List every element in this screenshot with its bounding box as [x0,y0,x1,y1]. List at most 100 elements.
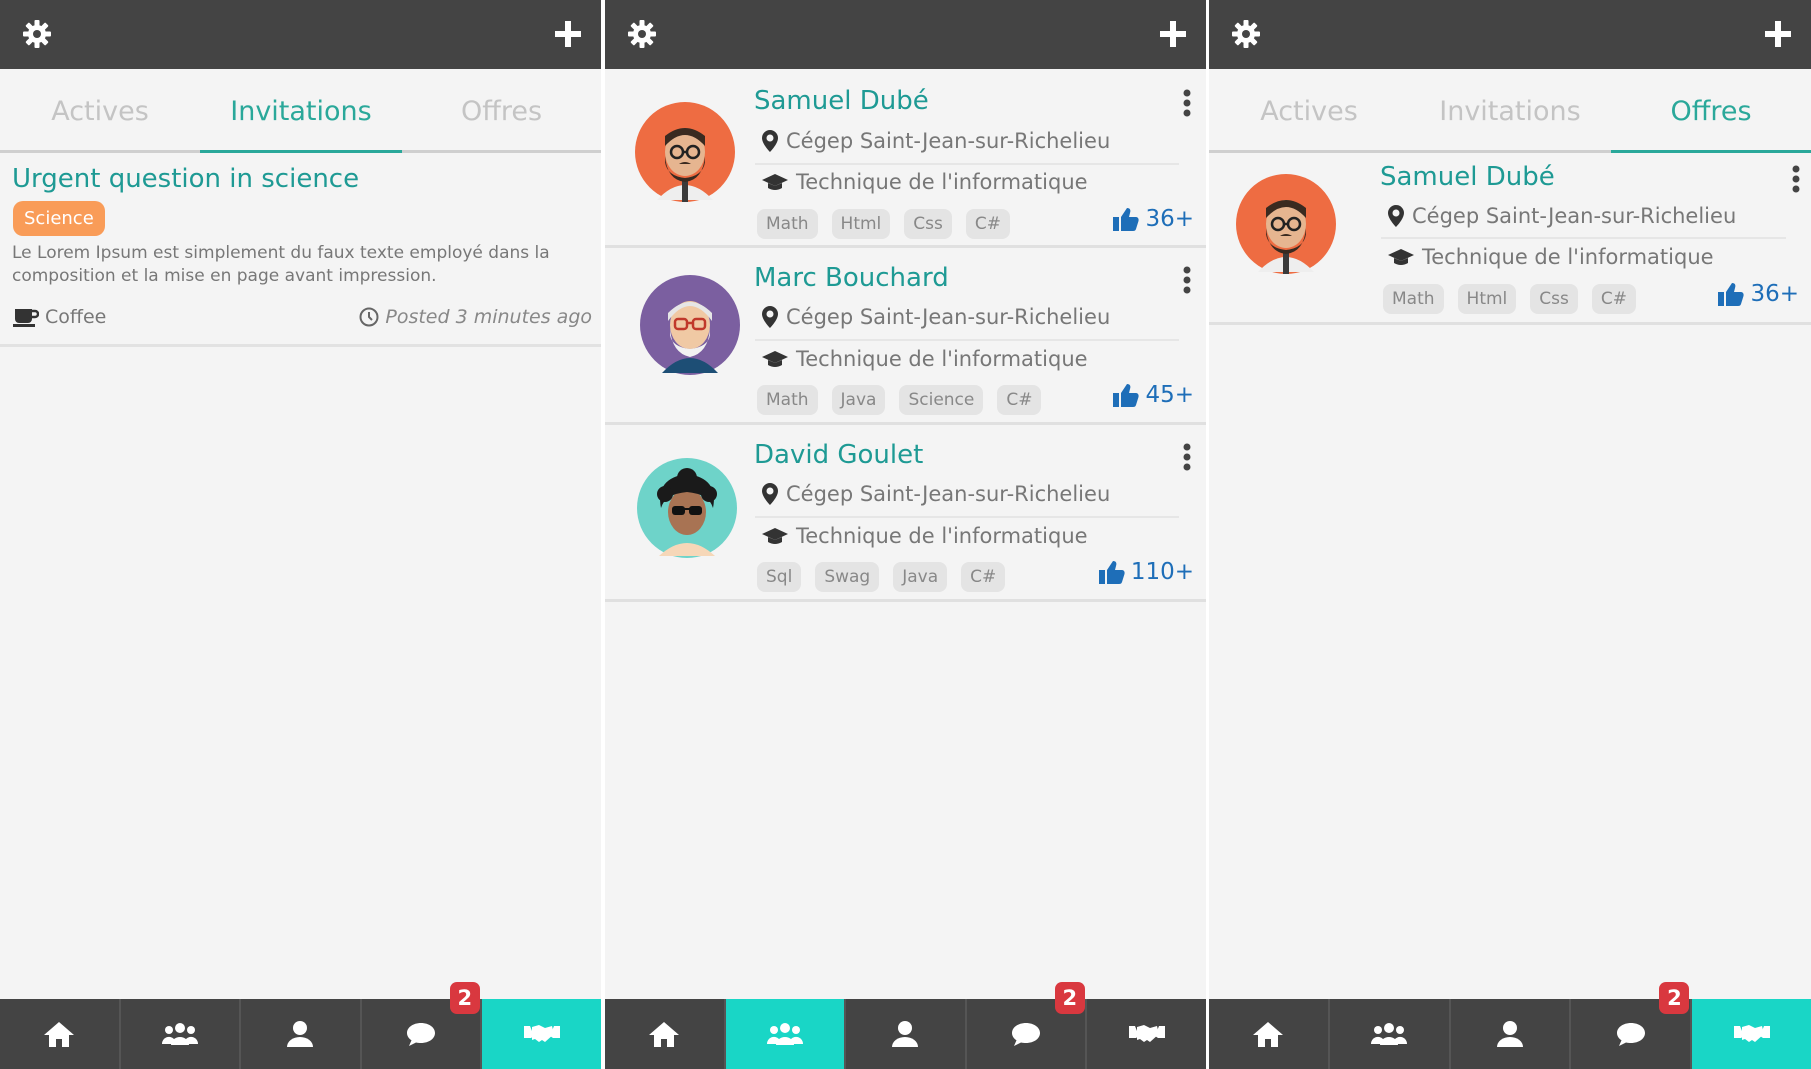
offers-screen: Actives Invitations Offres Samuel Dubé C… [1209,0,1811,1069]
skill-tag: Math [757,385,818,415]
graduation-cap-icon [762,173,788,191]
more-options-icon[interactable] [1791,164,1801,194]
chat-bubble-icon [405,1021,437,1047]
program-label: Technique de l'informatique [796,524,1088,548]
more-options-icon[interactable] [1182,265,1192,295]
nav-messages[interactable]: 2 [362,982,483,1069]
tab-offres[interactable]: Offres [1611,70,1811,153]
nav-home[interactable] [1209,999,1330,1069]
person-card[interactable]: Samuel Dubé Cégep Saint-Jean-sur-Richeli… [605,72,1206,248]
nav-home[interactable] [0,999,121,1069]
handshake-icon [1128,1022,1165,1046]
coffee-icon [13,307,39,327]
person-name[interactable]: Samuel Dubé [1380,162,1555,192]
home-icon [43,1020,75,1048]
likes-count[interactable]: 36+ [1718,281,1799,307]
posted-time: Posted 3 minutes ago [359,306,592,328]
program-label: Technique de l'informatique [796,170,1088,194]
skill-tag: Html [1457,284,1517,314]
person-card[interactable]: Marc Bouchard Cégep Saint-Jean-sur-Riche… [605,249,1206,425]
nav-groups[interactable] [725,999,847,1069]
gear-icon[interactable] [22,19,52,49]
avatar [1234,172,1338,276]
bottom-nav: 2 [0,982,601,1069]
skill-tag: Swag [815,562,880,592]
graduation-cap-icon [762,350,788,368]
likes-count[interactable]: 110+ [1098,559,1194,585]
skill-tag: C# [1591,284,1636,314]
person-program: Technique de l'informatique [762,170,1088,194]
nav-handshake[interactable] [482,999,601,1069]
divider [755,339,1179,341]
tab-bar: Actives Invitations Offres [0,70,601,153]
category-label: Coffee [45,306,107,328]
nav-home[interactable] [605,999,726,1069]
skill-tag: C# [961,562,1006,592]
tab-invitations[interactable]: Invitations [200,70,402,153]
map-pin-icon [762,306,778,328]
nav-messages[interactable]: 2 [1571,982,1693,1069]
nav-handshake[interactable] [1087,999,1206,1069]
group-icon [161,1022,198,1046]
notification-badge: 2 [1659,982,1690,1014]
avatar [638,273,742,377]
plus-icon[interactable] [1765,21,1791,47]
skill-tag: C# [965,209,1010,239]
plus-icon[interactable] [1160,21,1186,47]
skill-tag: Java [831,385,886,415]
program-label: Technique de l'informatique [796,347,1088,371]
thumbs-up-icon [1113,207,1140,231]
likes-label: 36+ [1750,281,1799,307]
subject-tag: Science [13,201,105,236]
tab-actives[interactable]: Actives [1209,70,1409,150]
nav-profile[interactable] [241,999,362,1069]
gear-icon[interactable] [627,19,657,49]
skill-tags: Math Html Css C# [757,209,1010,239]
user-icon [891,1020,919,1048]
more-options-icon[interactable] [1182,88,1192,118]
more-options-icon[interactable] [1182,442,1192,472]
offer-card[interactable]: Samuel Dubé Cégep Saint-Jean-sur-Richeli… [1209,152,1811,325]
person-school: Cégep Saint-Jean-sur-Richelieu [1388,204,1736,228]
person-program: Technique de l'informatique [762,524,1088,548]
person-name[interactable]: Marc Bouchard [754,263,949,293]
invitation-title[interactable]: Urgent question in science [12,164,359,194]
nav-groups[interactable] [1330,999,1451,1069]
avatar [635,456,739,560]
person-name[interactable]: David Goulet [754,440,923,470]
program-label: Technique de l'informatique [1422,245,1714,269]
skill-tags: Sql Swag Java C# [757,562,1006,592]
home-icon [1252,1020,1284,1048]
nav-profile[interactable] [1451,999,1572,1069]
bottom-nav: 2 [1209,982,1811,1069]
invitation-card[interactable]: Urgent question in science Science Le Lo… [0,154,601,347]
clock-icon [359,307,379,327]
person-name[interactable]: Samuel Dubé [754,86,929,116]
map-pin-icon [762,483,778,505]
skill-tag: Html [831,209,891,239]
tab-actives[interactable]: Actives [0,70,200,150]
person-card[interactable]: David Goulet Cégep Saint-Jean-sur-Richel… [605,426,1206,602]
skill-tag: Math [757,209,818,239]
likes-count[interactable]: 36+ [1113,206,1194,232]
graduation-cap-icon [762,527,788,545]
bottom-nav: 2 [605,982,1206,1069]
app-screens: Actives Invitations Offres Urgent questi… [0,0,1811,1069]
thumbs-up-icon [1098,560,1125,584]
nav-messages[interactable]: 2 [967,982,1088,1069]
map-pin-icon [1388,205,1404,227]
nav-groups[interactable] [121,999,242,1069]
top-bar [1209,0,1811,69]
avatar [633,100,737,204]
handshake-icon [523,1022,560,1046]
invitation-description: Le Lorem Ipsum est simplement du faux te… [12,243,550,286]
nav-handshake[interactable] [1692,999,1811,1069]
tab-offres[interactable]: Offres [402,70,601,150]
nav-profile[interactable] [846,999,967,1069]
likes-count[interactable]: 45+ [1113,382,1194,408]
plus-icon[interactable] [555,21,581,47]
skill-tags: Math Java Science C# [757,385,1042,415]
tab-invitations[interactable]: Invitations [1409,70,1611,150]
gear-icon[interactable] [1231,19,1261,49]
top-bar [605,0,1206,69]
